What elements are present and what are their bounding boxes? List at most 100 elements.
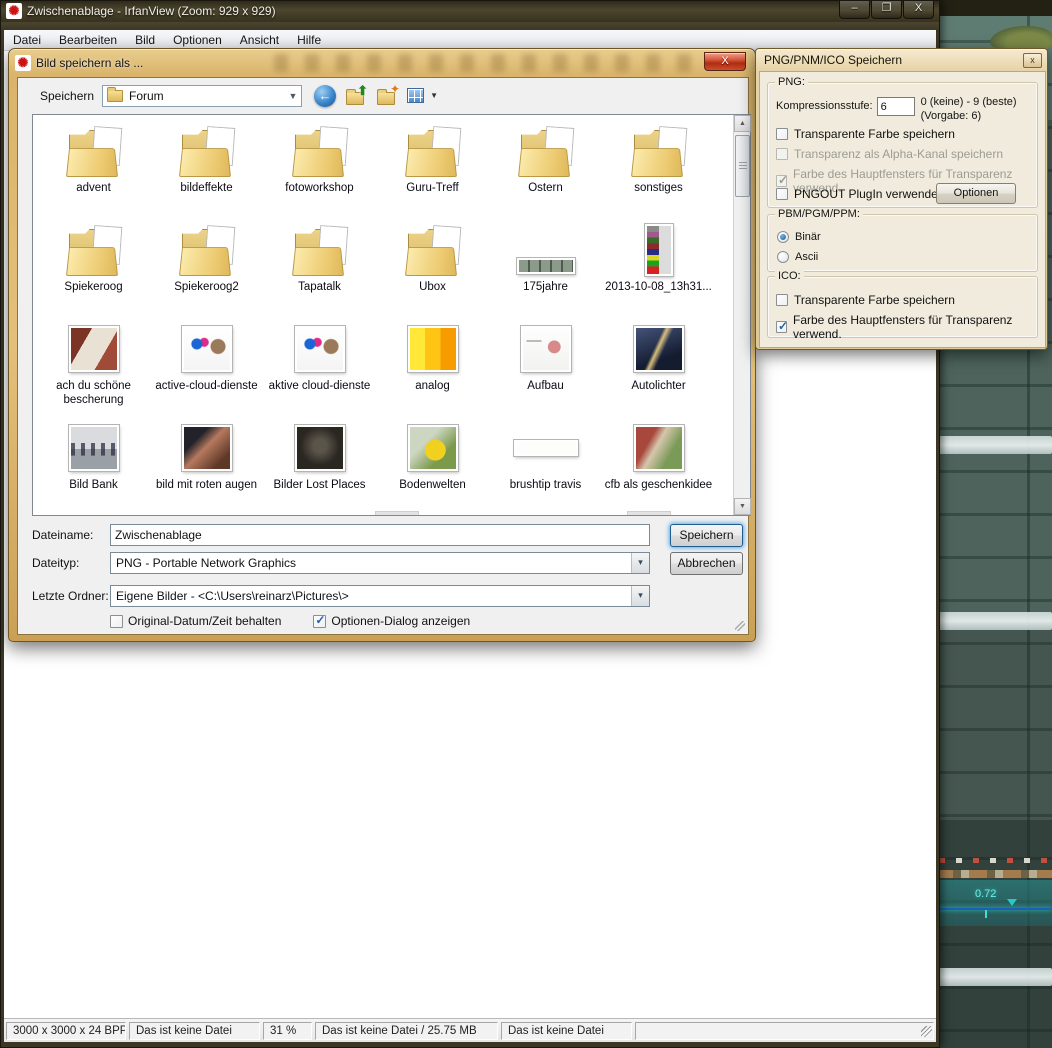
menu-optionen[interactable]: Optionen xyxy=(164,31,231,49)
save-button[interactable]: Speichern xyxy=(670,524,743,547)
chevron-down-icon[interactable]: ▼ xyxy=(285,91,301,101)
checkbox-icon[interactable] xyxy=(776,128,788,140)
new-folder-icon[interactable]: ✦ xyxy=(376,85,398,107)
hud-playhead-marker xyxy=(1007,899,1017,906)
file-item[interactable]: analog xyxy=(376,317,489,416)
file-item[interactable]: Tapatalk xyxy=(263,218,376,317)
minimize-button[interactable]: – xyxy=(839,0,870,19)
checkbox-checked-icon[interactable] xyxy=(776,321,787,333)
ascii-radio[interactable]: Ascii xyxy=(777,251,818,263)
file-item[interactable]: cfb als geschenkidee xyxy=(602,416,715,515)
file-label: sonstiges xyxy=(602,181,715,195)
file-item[interactable]: Ubox xyxy=(376,218,489,317)
file-thumbnail xyxy=(289,224,351,276)
png-alpha-checkbox: Transparenz als Alpha-Kanal speichern xyxy=(776,147,1003,161)
file-item[interactable]: Guru-Treff xyxy=(376,119,489,218)
file-item[interactable]: Bild Bank xyxy=(37,416,150,515)
compression-input[interactable] xyxy=(877,97,915,116)
file-item[interactable]: Ostern xyxy=(489,119,602,218)
menu-datei[interactable]: Datei xyxy=(4,31,50,49)
ico-transparent-checkbox[interactable]: Transparente Farbe speichern xyxy=(776,293,955,307)
file-item[interactable]: Spiekeroog xyxy=(37,218,150,317)
filename-input[interactable] xyxy=(110,524,650,546)
scroll-down-arrow-icon[interactable]: ▼ xyxy=(734,498,751,515)
filename-label: Dateiname: xyxy=(32,528,110,542)
moss-rock xyxy=(990,26,1052,50)
file-thumbnail xyxy=(176,125,238,177)
file-item[interactable]: 175jahre xyxy=(489,218,602,317)
status-file-date: Das ist keine Datei xyxy=(501,1022,632,1040)
checkbox-disabled-icon xyxy=(776,148,788,160)
file-item[interactable]: active-cloud-dienste xyxy=(150,317,263,416)
options-dialog-titlebar[interactable]: PNG/PNM/ICO Speichern x xyxy=(756,49,1047,71)
menu-bild[interactable]: Bild xyxy=(126,31,164,49)
lastfolder-label: Letzte Ordner: xyxy=(32,589,110,603)
wall-light-stripe xyxy=(935,612,1052,630)
checkbox-icon[interactable] xyxy=(776,294,788,306)
back-icon[interactable]: ← xyxy=(314,85,336,107)
ico-mainwindow-color-checkbox[interactable]: Farbe des Hauptfensters für Transparenz … xyxy=(776,313,1037,341)
file-item[interactable]: advent xyxy=(37,119,150,218)
main-titlebar[interactable]: ✺ Zwischenablage - IrfanView (Zoom: 929 … xyxy=(0,0,940,22)
file-item[interactable]: 2013-10-08_13h31... xyxy=(602,218,715,317)
view-menu-icon[interactable]: ▼ xyxy=(407,85,429,107)
file-item[interactable]: ach du schöne bescherung xyxy=(37,317,150,416)
scrollbar-thumb[interactable] xyxy=(735,135,750,197)
show-options-checkbox[interactable]: Optionen-Dialog anzeigen xyxy=(313,614,470,628)
file-list[interactable]: advent bildeffekte fotoworkshop xyxy=(32,114,751,516)
radio-icon[interactable] xyxy=(777,251,789,263)
menu-bearbeiten[interactable]: Bearbeiten xyxy=(50,31,126,49)
file-item[interactable]: Bilder Lost Places xyxy=(263,416,376,515)
file-item[interactable]: aktive cloud-dienste xyxy=(263,317,376,416)
png-transparent-checkbox[interactable]: Transparente Farbe speichern xyxy=(776,127,955,141)
cutoff-icon-stub xyxy=(627,511,671,515)
blurred-toolbar-ghost xyxy=(274,54,704,72)
close-button[interactable]: X xyxy=(903,0,934,19)
folder-combobox[interactable]: Forum ▼ xyxy=(102,85,302,107)
menu-ansicht[interactable]: Ansicht xyxy=(231,31,288,49)
file-item[interactable]: fotoworkshop xyxy=(263,119,376,218)
file-item[interactable]: Aufbau xyxy=(489,317,602,416)
file-thumbnail xyxy=(628,323,690,375)
radio-selected-icon[interactable] xyxy=(777,231,789,243)
irfanview-app-icon: ✺ xyxy=(6,3,22,19)
compression-label: Kompressionsstufe: xyxy=(776,100,873,112)
maximize-button[interactable]: ❐ xyxy=(871,0,902,19)
file-thumbnail xyxy=(628,125,690,177)
file-label: aktive cloud-dienste xyxy=(263,379,376,393)
file-thumbnail xyxy=(63,224,125,276)
save-dialog-titlebar[interactable]: ✺ Bild speichern als ... X xyxy=(9,49,755,77)
file-item[interactable]: Autolichter xyxy=(602,317,715,416)
folder-icon xyxy=(107,90,123,102)
file-list-scrollbar[interactable]: ▲ ▼ xyxy=(733,115,750,515)
file-thumbnail xyxy=(289,125,351,177)
menu-hilfe[interactable]: Hilfe xyxy=(288,31,330,49)
keep-date-checkbox[interactable]: Original-Datum/Zeit behalten xyxy=(110,614,281,628)
pngout-plugin-checkbox[interactable]: PNGOUT PlugIn verwenden xyxy=(776,187,945,201)
pngout-options-button[interactable]: Optionen xyxy=(936,183,1016,204)
binary-radio[interactable]: Binär xyxy=(777,231,821,243)
options-dialog-close-button[interactable]: x xyxy=(1023,53,1042,68)
filetype-dropdown[interactable]: PNG - Portable Network Graphics xyxy=(110,552,650,574)
up-folder-icon[interactable]: ⬆ xyxy=(345,85,367,107)
file-item[interactable]: bildeffekte xyxy=(150,119,263,218)
cancel-button[interactable]: Abbrechen xyxy=(670,552,743,575)
save-dialog-close-button[interactable]: X xyxy=(704,52,746,71)
save-dialog-body: Speichern Forum ▼ ← ⬆ ✦ ▼ xyxy=(17,77,749,635)
file-item[interactable]: brushtip travis xyxy=(489,416,602,515)
scroll-up-arrow-icon[interactable]: ▲ xyxy=(734,115,751,132)
lastfolder-dropdown[interactable]: Eigene Bilder - <C:\Users\reinarz\Pictur… xyxy=(110,585,650,607)
checkbox-icon[interactable] xyxy=(776,188,788,200)
status-dimensions: 3000 x 3000 x 24 BPP xyxy=(6,1022,126,1040)
file-item[interactable]: bild mit roten augen xyxy=(150,416,263,515)
statusbar-resize-grip[interactable] xyxy=(921,1026,932,1037)
file-item[interactable]: Bodenwelten xyxy=(376,416,489,515)
png-options-dialog: PNG/PNM/ICO Speichern x PNG: Kompression… xyxy=(755,48,1048,350)
hud-value: 0.72 xyxy=(975,888,996,900)
file-label: Spiekeroog xyxy=(37,280,150,294)
file-item[interactable]: sonstiges xyxy=(602,119,715,218)
checkbox-icon[interactable] xyxy=(110,615,123,628)
file-item[interactable]: Spiekeroog2 xyxy=(150,218,263,317)
checkbox-checked-icon[interactable] xyxy=(313,615,326,628)
dialog-resize-grip[interactable] xyxy=(735,621,745,631)
